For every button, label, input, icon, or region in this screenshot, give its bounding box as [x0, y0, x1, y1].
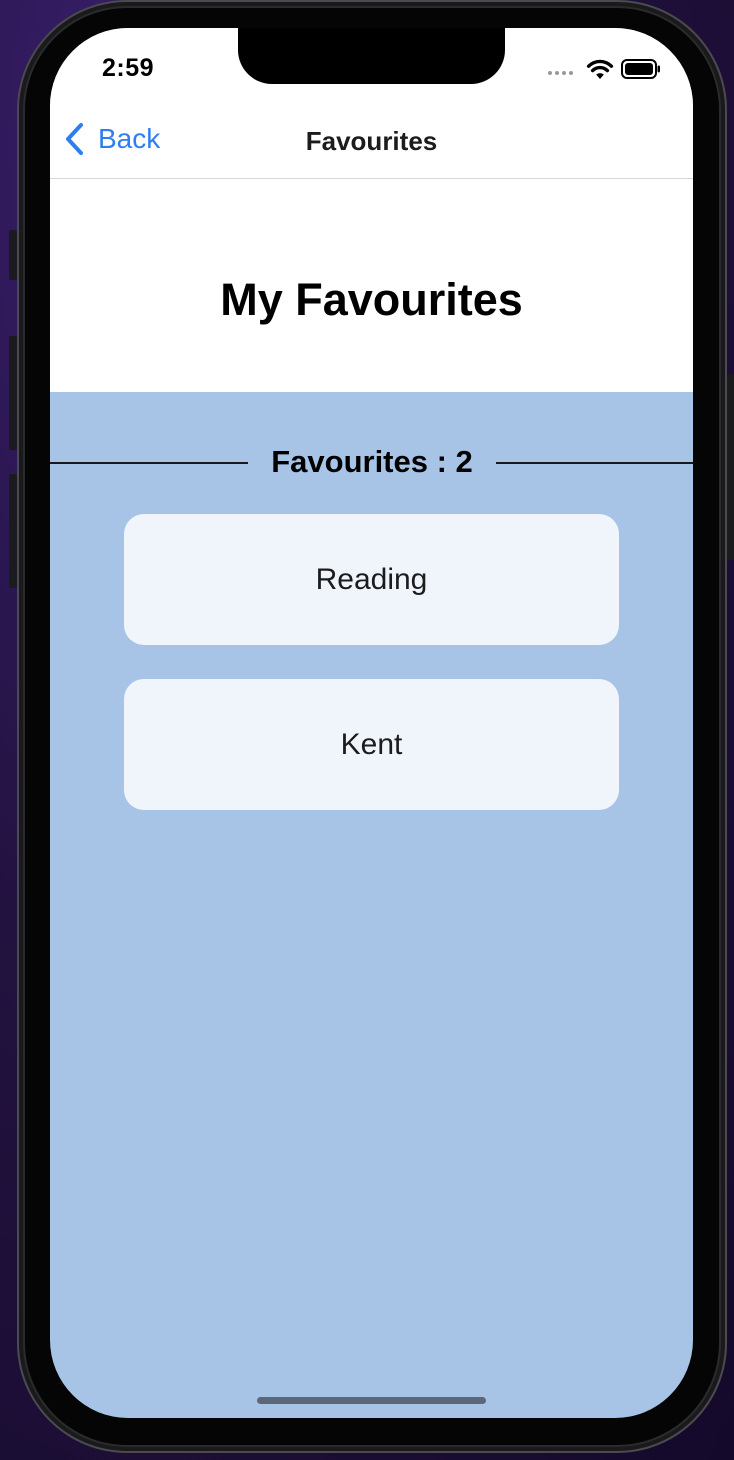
app-screen: 2:59 Back Favourites My Favourites Favou…	[50, 28, 693, 1418]
device-notch	[238, 28, 505, 84]
favourite-label: Reading	[315, 562, 428, 596]
favourite-card[interactable]: Reading	[124, 514, 619, 645]
wifi-icon	[586, 59, 614, 79]
divider-line-right	[496, 462, 693, 464]
power-button	[726, 374, 734, 560]
divider-line-left	[50, 462, 248, 464]
favourites-count-divider: Favourites : 2	[50, 442, 693, 482]
page-title: My Favourites	[220, 274, 523, 325]
volume-down-button	[9, 474, 17, 588]
favourite-card[interactable]: Kent	[124, 679, 619, 810]
navigation-bar: Back Favourites	[50, 114, 693, 179]
favourites-count: Favourites : 2	[271, 444, 473, 479]
nav-title: Favourites	[305, 126, 438, 156]
favourite-label: Kent	[340, 727, 403, 761]
home-indicator[interactable]	[257, 1397, 486, 1404]
battery-icon	[621, 59, 660, 79]
volume-up-button	[9, 336, 17, 450]
status-time: 2:59	[102, 54, 155, 82]
cellular-signal-icon	[548, 71, 573, 75]
favourites-list: Reading Kent	[124, 514, 619, 844]
silent-switch	[9, 230, 17, 280]
